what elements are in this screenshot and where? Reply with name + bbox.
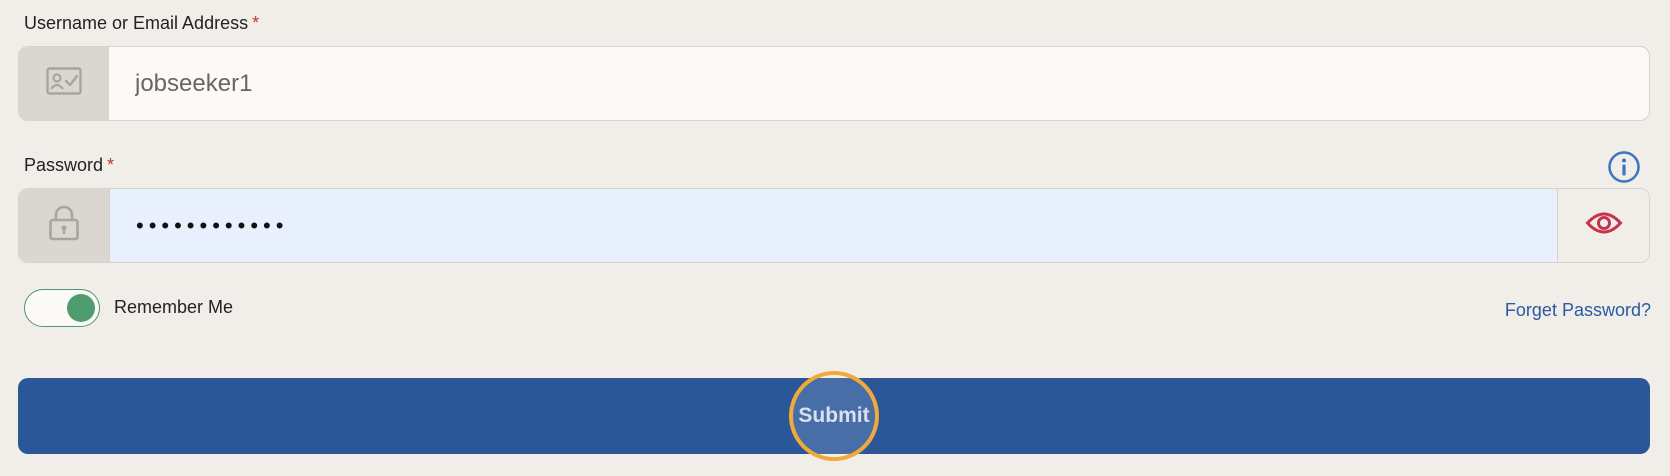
password-addon: [19, 189, 109, 262]
remember-me-label: Remember Me: [114, 297, 234, 317]
username-label: Username or Email Address *: [24, 13, 260, 33]
username-input-group: [18, 46, 1650, 121]
password-input[interactable]: [109, 189, 1558, 262]
eye-icon[interactable]: [1584, 209, 1623, 242]
forget-password-link[interactable]: Forget Password?: [1505, 300, 1651, 321]
required-asterisk: *: [252, 13, 260, 33]
password-label: Password *: [24, 155, 115, 175]
info-icon[interactable]: [1607, 150, 1641, 184]
show-password-toggle[interactable]: [1558, 189, 1649, 262]
id-card-icon: [46, 67, 82, 100]
toggle-knob: [67, 294, 95, 322]
password-input-group: [18, 188, 1650, 263]
username-addon: [19, 47, 109, 120]
lock-icon: [48, 205, 80, 246]
submit-label: Submit: [798, 404, 870, 427]
submit-button[interactable]: Submit: [18, 371, 1650, 461]
username-input[interactable]: [109, 47, 1649, 120]
required-asterisk: *: [107, 155, 115, 175]
remember-me-toggle[interactable]: [24, 289, 100, 327]
